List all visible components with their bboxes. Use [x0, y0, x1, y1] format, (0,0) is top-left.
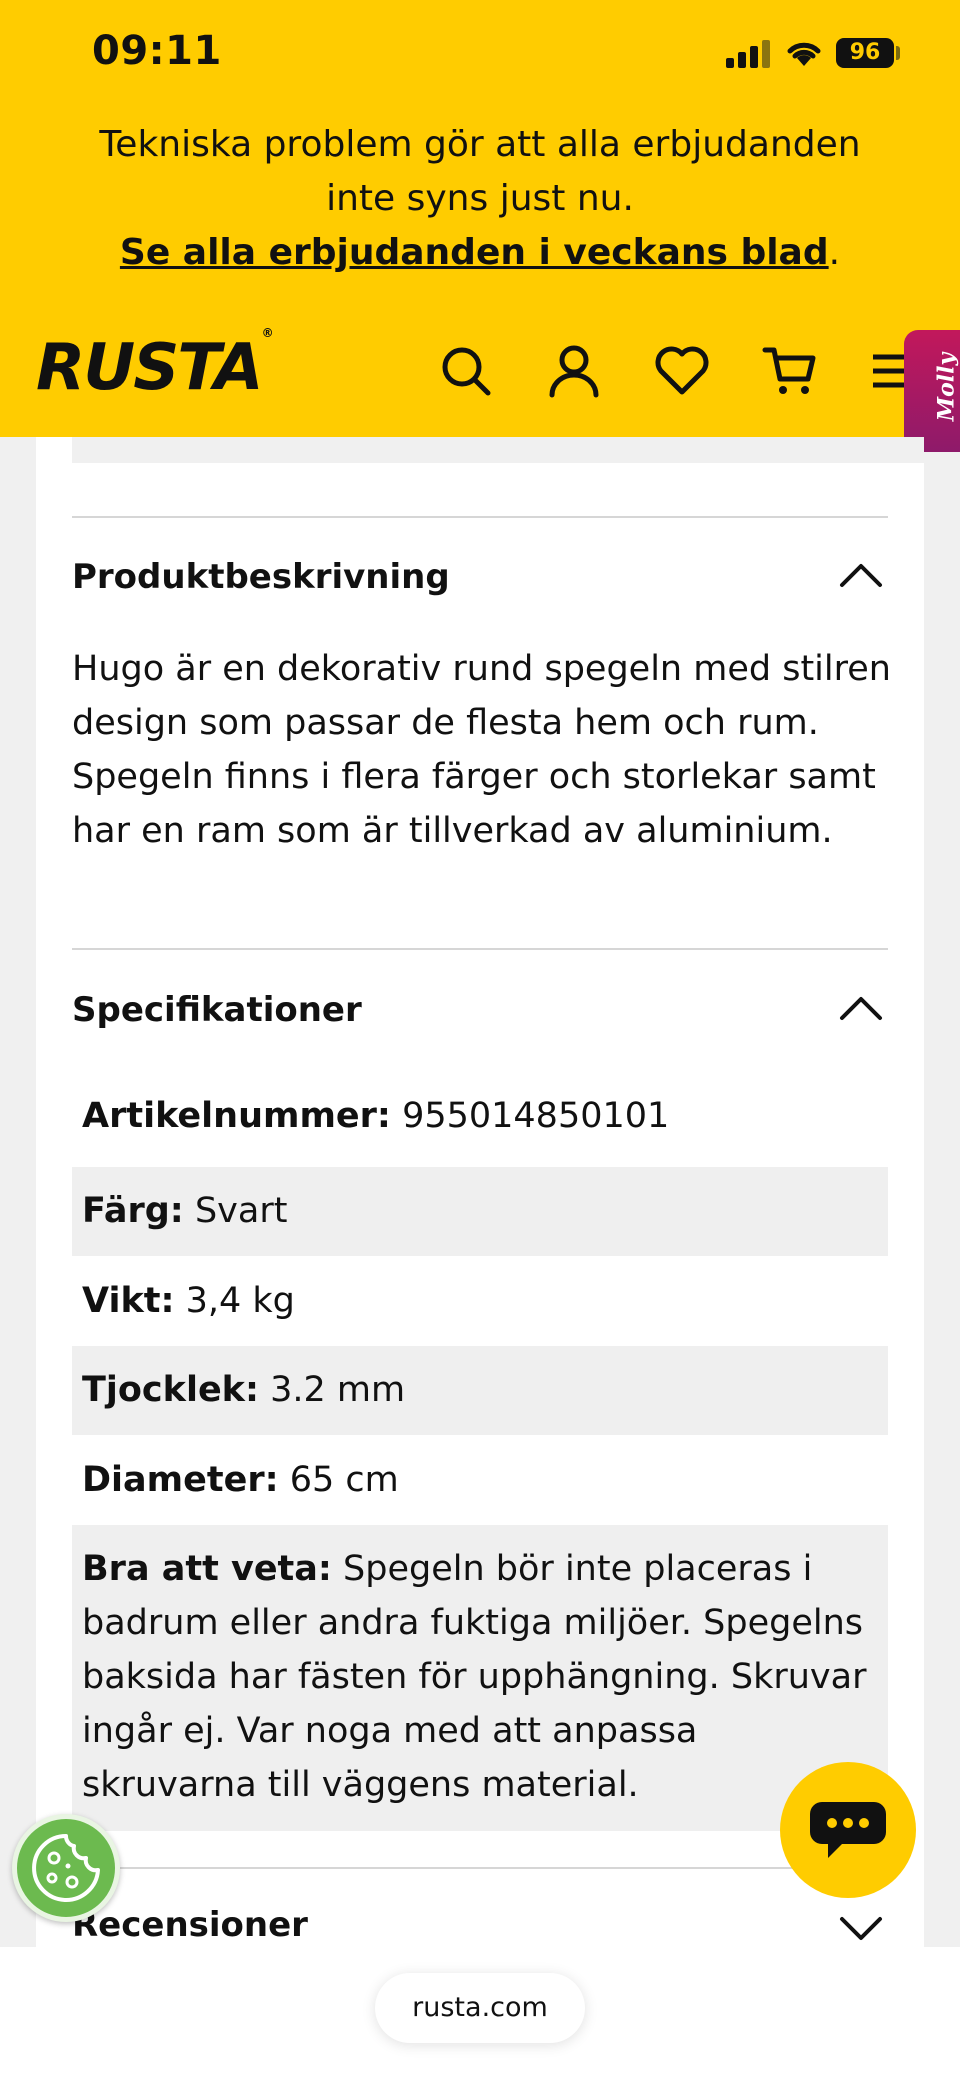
divider [72, 516, 888, 518]
chevron-up-icon[interactable] [838, 559, 884, 589]
notice-link-row: Se alla erbjudanden i veckans blad. [0, 226, 960, 280]
wifi-icon [787, 42, 821, 66]
status-bar: 09:11 96 [0, 0, 960, 110]
description-text: Hugo är en dekorativ rund spegeln med st… [72, 649, 891, 851]
logo-text: RUSTA [36, 331, 264, 405]
notice-link-suffix: . [828, 232, 841, 273]
logo-registered-mark: ® [261, 325, 274, 340]
spec-value: 65 cm [289, 1460, 399, 1500]
status-time: 09:11 [92, 28, 222, 74]
spec-value: Svart [194, 1191, 288, 1231]
cellular-signal-icon [726, 40, 770, 68]
cart-icon[interactable] [762, 343, 818, 399]
site-header: 09:11 96 Tekniska problem gör att alla e… [0, 0, 960, 437]
heart-icon[interactable] [654, 343, 710, 399]
spec-row-article-number: Artikelnummer: 955014850101 [72, 1071, 888, 1161]
spec-value: 3,4 kg [185, 1281, 295, 1321]
divider [72, 948, 888, 950]
battery-tip [896, 46, 900, 60]
spec-row-thickness: Tjocklek: 3.2 mm [72, 1346, 888, 1435]
weekly-flyer-link[interactable]: Se alla erbjudanden i veckans blad [120, 232, 829, 273]
chat-bubble-icon [810, 1802, 886, 1858]
url-bar[interactable]: rusta.com [375, 1973, 585, 2043]
chevron-up-icon[interactable] [838, 992, 884, 1022]
spec-label: Tjocklek: [82, 1370, 259, 1410]
spec-row-color: Färg: Svart [72, 1167, 888, 1256]
divider [72, 1867, 888, 1869]
spec-label: Artikelnummer: [82, 1096, 391, 1136]
cookie-settings-button[interactable] [12, 1814, 120, 1922]
spec-value: 955014850101 [402, 1096, 670, 1136]
battery-indicator: 96 [836, 38, 894, 68]
cookie-icon [32, 1834, 100, 1902]
account-icon[interactable] [546, 343, 602, 399]
spec-label: Bra att veta: [82, 1549, 332, 1589]
spec-label: Diameter: [82, 1460, 279, 1500]
spec-row-good-to-know: Bra att veta: Spegeln bör inte placeras … [72, 1525, 888, 1831]
chevron-down-icon[interactable] [838, 1915, 884, 1945]
spec-value: 3.2 mm [270, 1370, 406, 1410]
spec-label: Färg: [82, 1191, 184, 1231]
notice-banner: Tekniska problem gör att alla erbjudande… [0, 118, 960, 280]
molly-assistant-tab[interactable]: Molly [904, 330, 960, 452]
specifications-title[interactable]: Specifikationer [72, 990, 362, 1030]
main-nav: RUSTA® [0, 325, 960, 415]
molly-tab-label: Molly [933, 352, 960, 422]
product-details-card: Produktbeskrivning Hugo är en dekorativ … [36, 437, 924, 1947]
spec-row-diameter: Diameter: 65 cm [72, 1435, 888, 1525]
browser-bottom-bar: rusta.com [0, 1947, 960, 2077]
notice-line-2: inte syns just nu. [326, 178, 634, 219]
chat-button[interactable] [780, 1762, 916, 1898]
notice-line-1: Tekniska problem gör att alla erbjudande… [99, 124, 861, 165]
spec-row-weight: Vikt: 3,4 kg [72, 1256, 888, 1346]
search-icon[interactable] [438, 343, 494, 399]
spec-label: Vikt: [82, 1281, 175, 1321]
rusta-logo[interactable]: RUSTA® [36, 326, 274, 405]
reviews-title[interactable]: Recensioner [72, 1905, 308, 1945]
description-title[interactable]: Produktbeskrivning [72, 557, 450, 597]
previous-section-bottom [72, 437, 924, 463]
